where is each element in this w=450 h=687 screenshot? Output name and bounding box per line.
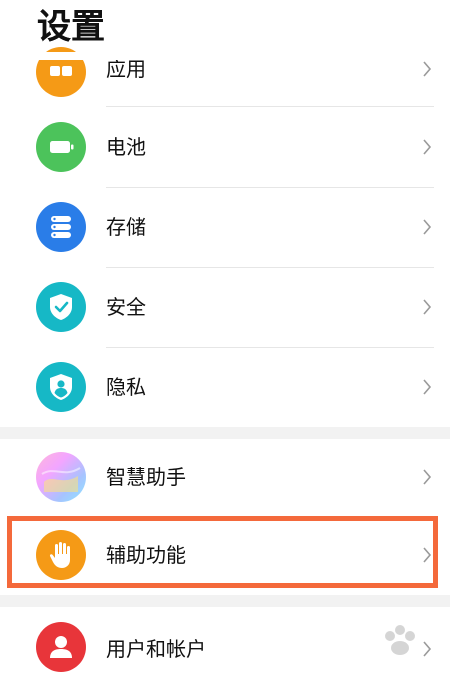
settings-item-label: 安全	[106, 295, 146, 319]
settings-item-label: 存储	[106, 215, 146, 239]
settings-item-label: 用户和帐户	[106, 637, 206, 661]
chevron-right-icon	[423, 219, 432, 235]
chevron-right-icon	[423, 139, 432, 155]
user-icon	[36, 622, 86, 672]
battery-icon	[36, 122, 86, 172]
smart-assistant-icon	[36, 452, 86, 502]
settings-item-battery[interactable]: 电池	[0, 107, 450, 187]
settings-item-privacy[interactable]: 隐私	[0, 347, 450, 427]
header-mask	[0, 52, 450, 60]
settings-item-label: 隐私	[106, 375, 146, 399]
chevron-right-icon	[423, 469, 432, 485]
settings-item-smart-assistant[interactable]: 智慧助手	[0, 439, 450, 519]
highlight-box	[7, 516, 438, 588]
section-gap	[0, 427, 450, 439]
privacy-shield-icon	[36, 362, 86, 412]
chevron-right-icon	[423, 61, 432, 77]
storage-icon	[36, 202, 86, 252]
settings-item-storage[interactable]: 存储	[0, 187, 450, 267]
chevron-right-icon	[423, 379, 432, 395]
settings-item-security[interactable]: 安全	[0, 267, 450, 347]
watermark-logo-icon	[385, 625, 415, 655]
shield-check-icon	[36, 282, 86, 332]
settings-item-label: 电池	[106, 135, 146, 159]
chevron-right-icon	[423, 299, 432, 315]
page-title-overlay: 设置	[37, 7, 105, 47]
settings-item-label: 智慧助手	[106, 465, 186, 489]
section-gap	[0, 595, 450, 607]
